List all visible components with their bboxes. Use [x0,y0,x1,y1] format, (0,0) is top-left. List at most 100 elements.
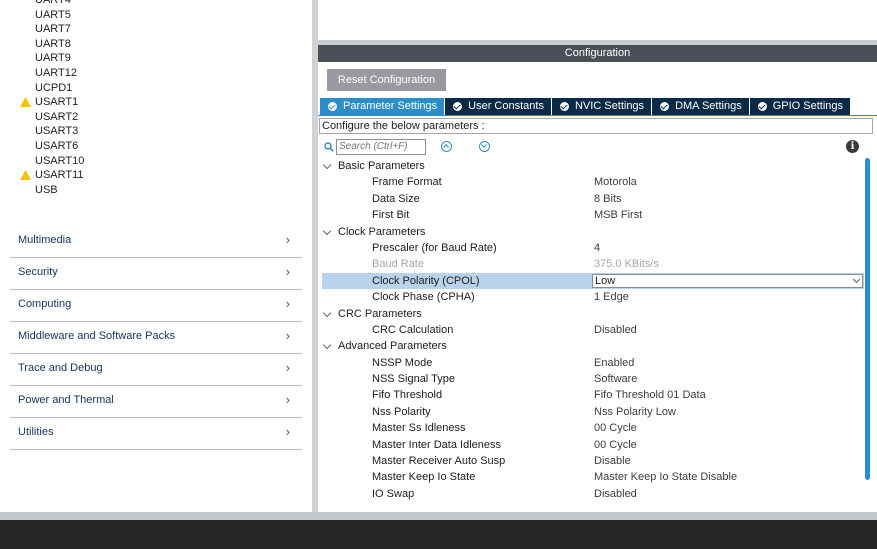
peripheral-item[interactable]: UART12 [0,66,312,81]
parameter-value: Nss Polarity Low [594,404,676,420]
peripheral-item[interactable]: USB [0,183,312,198]
parameter-name: NSSP Mode [372,356,433,369]
peripheral-item[interactable]: USART3 [0,124,312,139]
parameter-row[interactable]: IO Swap Disabled [322,486,864,502]
parameter-group[interactable]: Basic Parameters [322,158,864,174]
peripheral-item[interactable]: USART6 [0,139,312,154]
parameter-value: MSB First [594,207,642,223]
parameter-value: 1 Edge [594,289,629,305]
peripheral-item[interactable]: UART5 [0,8,312,23]
chevron-down-icon [852,275,861,283]
parameter-value: Fifo Threshold 01 Data [594,387,706,403]
peripheral-item[interactable]: USART2 [0,110,312,125]
peripheral-label: UART8 [35,37,71,50]
parameter-group-label: Clock Parameters [338,225,426,238]
parameter-value: Disabled [594,486,637,502]
parameter-value: 00 Cycle [594,437,637,453]
parameter-name: Nss Polarity [372,405,431,418]
check-circle-icon [559,102,569,111]
peripheral-label: USART10 [35,154,85,167]
parameter-value-text: Disabled [594,487,637,500]
arrow-up-icon [443,144,449,150]
parameter-name: Master Ss Idleness [372,422,466,435]
peripheral-item[interactable]: UCPD1 [0,81,312,96]
category-item[interactable]: Middleware and Software Packs › [10,322,302,354]
peripheral-label: USART1 [35,96,79,109]
tab-parameter-settings[interactable]: Parameter Settings [320,98,446,115]
parameter-row[interactable]: NSSP Mode Enabled [322,355,864,371]
parameter-row[interactable]: Clock Phase (CPHA) 1 Edge [322,289,864,305]
peripheral-label: UCPD1 [35,81,73,94]
parameter-name: Clock Phase (CPHA) [372,291,475,304]
parameter-name: Master Inter Data Idleness [372,438,502,451]
parameter-row[interactable]: CRC Calculation Disabled [322,322,864,338]
search-icon [324,141,334,152]
tab-underline [318,115,877,116]
parameter-row[interactable]: Master Receiver Auto Susp Disable [322,453,864,469]
parameter-name: Baud Rate [372,258,424,271]
peripheral-label: UART7 [35,23,71,36]
parameter-value-text: Master Keep Io State Disable [594,471,738,484]
parameter-group[interactable]: Clock Parameters [322,224,864,240]
parameter-row[interactable]: Master Ss Idleness 00 Cycle [322,420,864,436]
parameter-value: Motorola [594,174,637,190]
chevron-right-icon: › [285,328,290,343]
category-item[interactable]: Multimedia › [10,226,302,258]
category-item[interactable]: Utilities › [10,418,302,450]
peripheral-item[interactable]: UART7 [0,22,312,37]
peripheral-label: USB [35,183,58,196]
chevron-down-icon[interactable] [322,341,332,350]
parameter-name: IO Swap [372,487,415,500]
parameter-value-text: Enabled [594,356,635,369]
parameter-row[interactable]: Frame Format Motorola [322,174,864,190]
search-previous-button[interactable] [441,141,452,152]
category-item[interactable]: Computing › [10,290,302,322]
peripheral-item[interactable]: USART10 [0,154,312,169]
category-label: Middleware and Software Packs [18,330,176,342]
parameter-row[interactable]: Fifo Threshold Fifo Threshold 01 Data [322,387,864,403]
mode-panel [318,0,877,40]
parameter-row[interactable]: Baud Rate 375.0 KBits/s [322,256,864,272]
search-input[interactable] [336,138,426,155]
parameter-scrollbar[interactable] [865,158,870,480]
peripheral-item[interactable]: USART11 [0,168,312,183]
tab-user-constants[interactable]: User Constants [445,98,552,115]
peripheral-item[interactable]: UART4 [0,0,312,8]
parameter-value-select[interactable]: Low [592,273,863,288]
parameter-value-text: Nss Polarity Low [594,405,676,418]
parameter-group[interactable]: CRC Parameters [322,306,864,322]
category-item[interactable]: Security › [10,258,302,290]
parameter-name: Fifo Threshold [372,389,443,402]
tab-nvic-settings[interactable]: NVIC Settings [551,98,653,115]
chevron-down-icon[interactable] [322,226,332,235]
reset-configuration-button[interactable]: Reset Configuration [327,69,446,91]
parameter-row[interactable]: Nss Polarity Nss Polarity Low [322,404,864,420]
category-item[interactable]: Power and Thermal › [10,386,302,418]
category-item[interactable]: Trace and Debug › [10,354,302,386]
chevron-down-icon[interactable] [322,308,332,317]
chevron-down-icon[interactable] [322,160,332,170]
peripheral-label: UART5 [35,8,71,21]
parameter-row[interactable]: Master Keep Io State Master Keep Io State… [322,469,864,485]
parameter-row[interactable]: Prescaler (for Baud Rate) 4 [322,240,864,256]
parameter-row[interactable]: Master Inter Data Idleness 00 Cycle [322,437,864,453]
category-label: Computing [18,298,72,310]
parameter-group[interactable]: Advanced Parameters [322,338,864,354]
peripheral-item[interactable]: UART9 [0,51,312,66]
parameter-row[interactable]: Clock Polarity (CPOL) Low [322,272,864,290]
parameter-row[interactable]: First Bit MSB First [322,207,864,223]
parameter-value: Disabled [594,322,637,338]
category-label: Multimedia [18,234,72,246]
parameter-value-text: Disable [594,455,631,468]
check-circle-icon [453,102,463,111]
parameter-row[interactable]: NSS Signal Type Software [322,371,864,387]
tab-gpio-settings[interactable]: GPIO Settings [749,98,852,115]
info-icon[interactable]: i [846,140,859,153]
parameter-value: 00 Cycle [594,420,637,436]
parameter-row[interactable]: Data Size 8 Bits [322,191,864,207]
peripheral-item[interactable]: USART1 [0,95,312,110]
search-next-button[interactable] [479,141,490,152]
peripheral-item[interactable]: UART8 [0,37,312,52]
tab-dma-settings[interactable]: DMA Settings [652,98,750,115]
bottom-separator[interactable] [0,512,877,520]
